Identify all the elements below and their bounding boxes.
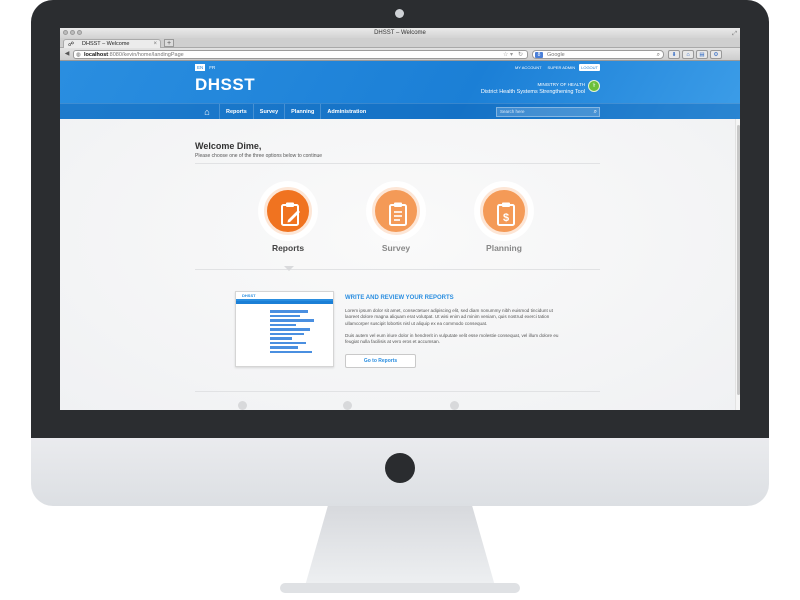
- panel-paragraph-1: Lorem ipsum dolor sit amet, consectetuer…: [345, 308, 553, 326]
- window-title: DHSST – Welcome: [374, 30, 426, 36]
- close-window-icon[interactable]: [63, 30, 68, 35]
- main-content: Welcome Dime, Please choose one of the t…: [60, 119, 740, 410]
- logo-button-icon: [385, 453, 415, 483]
- clipboard-list-icon: [389, 202, 407, 226]
- nav-item-planning[interactable]: Planning: [284, 104, 320, 120]
- nav-item-survey[interactable]: Survey: [252, 104, 284, 120]
- panel-paragraph-2: Duis autem vel eum iriure dolor in hendr…: [345, 333, 559, 345]
- reports-circle[interactable]: [264, 187, 312, 235]
- nav-item-administration[interactable]: Administration: [320, 104, 372, 120]
- nav-items: Reports Survey Planning Administration: [219, 104, 372, 120]
- site-search-placeholder: Search here: [500, 109, 525, 114]
- svg-text:$: $: [503, 212, 509, 224]
- app-header: EN FR MY ACCOUNT SUPER ADMIN LOGOUT DHSS…: [60, 61, 740, 120]
- url-path: :8080/kevin/home/landingPage: [108, 52, 184, 58]
- reload-icon[interactable]: ↻: [518, 51, 523, 59]
- window-titlebar: DHSST – Welcome ⤢: [60, 28, 740, 38]
- footer-stub-icon: [238, 401, 247, 410]
- monitor-foot: [280, 583, 520, 593]
- lang-fr[interactable]: FR: [207, 64, 217, 71]
- active-option-pointer: [284, 266, 294, 271]
- browser-toolbar: ◀ ◍ localhost:8080/kevin/home/landingPag…: [60, 48, 740, 61]
- url-host: localhost: [84, 52, 109, 58]
- reports-preview-image: DHSST: [235, 291, 334, 367]
- screen: DHSST – Welcome ⤢ ☍ DHSST – Welcome × + …: [60, 28, 740, 410]
- browser-search-input[interactable]: 8 Google ⌕: [532, 50, 664, 59]
- clipboard-dollar-icon: $: [497, 202, 515, 226]
- address-bar[interactable]: ◍ localhost:8080/kevin/home/landingPage …: [73, 50, 528, 59]
- option-survey[interactable]: Survey: [356, 187, 436, 253]
- search-engine-icon[interactable]: 8: [535, 52, 543, 58]
- divider: [195, 269, 600, 270]
- nav-home-icon[interactable]: ⌂: [199, 105, 215, 119]
- download-icon[interactable]: ⬇: [668, 50, 680, 59]
- option-label-reports[interactable]: Reports: [248, 243, 328, 253]
- option-reports[interactable]: Reports: [248, 187, 328, 253]
- toolbar-buttons: ⬇ ⌂ ▤ ⚙: [668, 50, 722, 59]
- ministry-block: MINISTRY OF HEALTH District Health Syste…: [481, 82, 585, 95]
- bookmark-star-icon[interactable]: ☆ ▾: [503, 51, 513, 59]
- welcome-title: Welcome Dime,: [195, 141, 262, 151]
- new-tab-button[interactable]: +: [164, 39, 174, 47]
- ministry-name: MINISTRY OF HEALTH: [537, 82, 585, 87]
- site-search-icon[interactable]: ⌕: [594, 108, 597, 116]
- imac-frame: DHSST – Welcome ⤢ ☍ DHSST – Welcome × + …: [0, 0, 800, 600]
- tool-name: District Health Systems Strengthening To…: [480, 89, 585, 95]
- tools-icon[interactable]: ⚙: [710, 50, 722, 59]
- welcome-subtitle: Please choose one of the three options b…: [195, 153, 323, 159]
- option-label-survey[interactable]: Survey: [356, 243, 436, 253]
- tab-bar: ☍ DHSST – Welcome × +: [60, 38, 740, 48]
- browser-search-placeholder: Google: [547, 52, 565, 58]
- monitor-stand: [305, 506, 495, 586]
- preview-logo: DHSST: [236, 292, 333, 301]
- browser-tab[interactable]: ☍ DHSST – Welcome ×: [63, 39, 161, 48]
- camera-icon: [395, 9, 404, 18]
- account-links: MY ACCOUNT SUPER ADMIN LOGOUT: [513, 64, 600, 71]
- footer-stub-icon: [450, 401, 459, 410]
- maximize-window-icon[interactable]: [77, 30, 82, 35]
- main-nav-inner: ⌂ Reports Survey Planning Administration…: [195, 104, 600, 120]
- language-switcher: EN FR MY ACCOUNT SUPER ADMIN LOGOUT: [195, 64, 600, 71]
- main-nav: ⌂ Reports Survey Planning Administration…: [60, 103, 740, 120]
- planning-circle[interactable]: $: [480, 187, 528, 235]
- scrollbar-thumb[interactable]: [737, 125, 740, 395]
- option-planning[interactable]: $ Planning: [464, 187, 544, 253]
- ministry-emblem-icon: ⚕: [588, 80, 600, 92]
- my-account-link[interactable]: MY ACCOUNT: [513, 64, 544, 71]
- tab-close-icon[interactable]: ×: [153, 40, 157, 48]
- logout-button[interactable]: LOGOUT: [579, 64, 600, 71]
- home-icon[interactable]: ⌂: [682, 50, 694, 59]
- search-icon[interactable]: ⌕: [657, 51, 660, 59]
- globe-icon: ◍: [76, 52, 81, 58]
- app-logo[interactable]: DHSST: [195, 75, 255, 95]
- sidebar-icon[interactable]: ▤: [696, 50, 708, 59]
- window-controls: [63, 30, 82, 35]
- nav-item-reports[interactable]: Reports: [219, 104, 253, 120]
- go-to-reports-button[interactable]: Go to Reports: [345, 354, 416, 368]
- super-admin-link[interactable]: SUPER ADMIN: [546, 64, 578, 71]
- option-label-planning[interactable]: Planning: [464, 243, 544, 253]
- minimize-window-icon[interactable]: [70, 30, 75, 35]
- preview-bars: [270, 310, 314, 355]
- divider: [195, 163, 600, 164]
- page-scrollbar[interactable]: [735, 119, 740, 410]
- preview-nav: [236, 301, 333, 304]
- lang-en[interactable]: EN: [195, 64, 206, 71]
- divider: [195, 391, 600, 392]
- tab-title: DHSST – Welcome: [82, 41, 130, 47]
- clipboard-pen-icon: [281, 202, 300, 226]
- footer-stub-icon: [343, 401, 352, 410]
- back-icon[interactable]: ◀: [63, 50, 71, 58]
- site-search-input[interactable]: Search here ⌕: [496, 107, 600, 117]
- survey-circle[interactable]: [372, 187, 420, 235]
- panel-title: WRITE AND REVIEW YOUR REPORTS: [345, 295, 454, 301]
